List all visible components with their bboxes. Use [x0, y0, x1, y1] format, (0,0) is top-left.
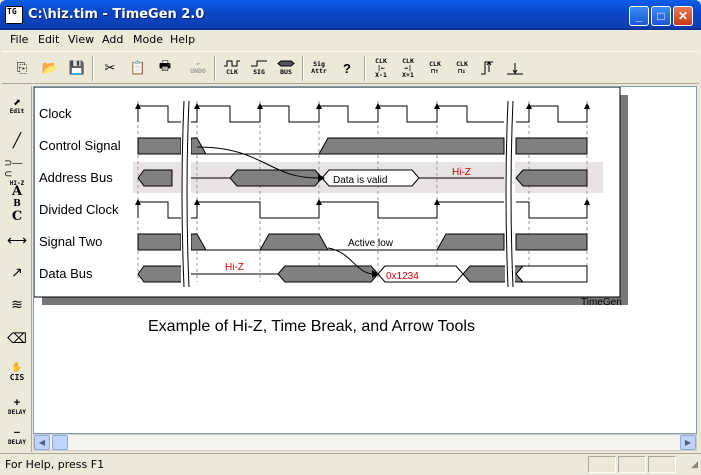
timing-diagram-canvas[interactable]: Clock Control Signal Address Bus Divided…: [33, 86, 697, 434]
cut-icon[interactable]: ✂: [98, 55, 122, 81]
clock-edge-icon: ⊓↑: [431, 67, 439, 75]
edit-arrow-icon: ⬈: [13, 97, 21, 107]
time-break-icon[interactable]: ≋: [4, 290, 30, 318]
signal-label-signal-two[interactable]: Signal Two: [39, 234, 102, 249]
title-bar: TG C:\hiz.tim - TimeGen 2.0 _ □ ✕: [0, 0, 701, 30]
signal-label-clock[interactable]: Clock: [39, 106, 72, 121]
menu-bar: File Edit View Add Mode Help: [2, 30, 699, 50]
maximize-button[interactable]: □: [651, 6, 671, 26]
plus-icon: +: [13, 396, 21, 409]
print-icon[interactable]: 🖶: [153, 55, 177, 81]
save-icon[interactable]: 💾: [65, 55, 89, 81]
menu-add[interactable]: Add: [102, 33, 123, 46]
data-valid-label[interactable]: Data is valid: [333, 175, 387, 186]
bus-label: BUS: [280, 68, 292, 76]
active-low-label[interactable]: Active low: [348, 238, 394, 249]
double-arrow-icon[interactable]: ⟷: [4, 226, 30, 254]
scroll-left-icon[interactable]: ◀: [34, 435, 50, 450]
timegen-app-icon[interactable]: TG: [5, 6, 23, 24]
open-folder-icon[interactable]: 📂: [38, 55, 62, 81]
undo-label: UNDO: [190, 67, 206, 75]
hiz-address-label[interactable]: Hi-Z: [452, 167, 471, 178]
delay-minus-tool[interactable]: − DELAY: [4, 422, 30, 450]
signal-label-data-bus[interactable]: Data Bus: [39, 266, 93, 281]
hiz-tool[interactable]: ⊃—⊂ HI-Z: [4, 157, 30, 187]
scroll-right-icon[interactable]: ▶: [680, 435, 696, 450]
bus-wave-icon: [277, 60, 295, 67]
x-plus-label: X+1: [402, 70, 414, 79]
menu-view[interactable]: View: [68, 33, 94, 46]
signal-label-control[interactable]: Control Signal: [39, 138, 121, 153]
text-tool-icon[interactable]: ABC: [4, 184, 30, 224]
status-pane-3: [648, 456, 676, 473]
menu-mode[interactable]: Mode: [133, 33, 163, 46]
left-toolbar: ⬈ Edit ╱ ⊃—⊂ HI-Z ABC ⟷ ↗ ≋ ⌫ ✋ CIS + DE…: [2, 86, 32, 452]
cis-tool-icon[interactable]: ✋ CIS: [4, 358, 30, 386]
menu-help[interactable]: Help: [170, 33, 195, 46]
eraser-icon[interactable]: ⌫: [4, 324, 30, 352]
clock-edge-alt-icon: ⊓↓: [458, 67, 466, 75]
falling-edge-icon[interactable]: [503, 55, 527, 81]
signal-attributes-button[interactable]: Sig Attr: [307, 55, 331, 81]
curved-arrow-icon[interactable]: ↗: [4, 258, 30, 286]
delay-plus-label: DELAY: [7, 408, 27, 416]
main-toolbar: ⎘ 📂 💾 ✂ 📋 🖶 ↶ UNDO CLK SIG BUS Sig Attr ? …: [2, 51, 699, 84]
pencil-icon[interactable]: ╱: [4, 126, 30, 154]
add-signal-button[interactable]: SIG: [247, 55, 271, 81]
sig-attr-label-2: Attr: [311, 67, 327, 75]
cis-label: CIS: [9, 373, 25, 382]
edit-label: Edit: [9, 108, 25, 115]
delay-plus-tool[interactable]: + DELAY: [4, 392, 30, 420]
menu-edit[interactable]: Edit: [38, 33, 59, 46]
close-button[interactable]: ✕: [673, 6, 693, 26]
clock-edge-alt-button[interactable]: CLK ⊓↓: [450, 55, 474, 81]
signal-wave-icon: [251, 60, 267, 67]
hiz-data-label[interactable]: Hi-Z: [225, 262, 244, 273]
clk-label: CLK: [226, 68, 238, 76]
resize-grip-icon[interactable]: ◢: [691, 459, 698, 470]
cis-pointer-icon: ✋: [11, 362, 23, 372]
rising-edge-icon[interactable]: [477, 55, 501, 81]
toolbar-separator: [92, 56, 94, 81]
sig-label: SIG: [253, 68, 265, 76]
signal-label-address-bus[interactable]: Address Bus: [39, 170, 113, 185]
delay-minus-label: DELAY: [7, 438, 27, 446]
time-break-1[interactable]: [181, 100, 191, 288]
status-bar: For Help, press F1 ◢: [0, 453, 701, 475]
horizontal-scrollbar[interactable]: ◀ ▶: [33, 434, 697, 451]
x-minus-label: X-1: [375, 70, 387, 79]
status-help-text: For Help, press F1: [5, 458, 105, 471]
clock-shift-left-button[interactable]: CLK |← X-1: [369, 55, 393, 81]
diagram-caption[interactable]: Example of Hi-Z, Time Break, and Arrow T…: [148, 318, 475, 335]
timegen-watermark: TimeGen: [581, 297, 622, 308]
hiz-wave-icon: ⊃—⊂: [4, 157, 23, 180]
clock-wave-icon: [224, 60, 240, 67]
copy-icon[interactable]: ⎘: [10, 55, 34, 81]
signal-label-divided-clock[interactable]: Divided Clock: [39, 202, 119, 217]
data-value-label[interactable]: 0x1234: [386, 271, 419, 282]
minimize-button[interactable]: _: [629, 6, 649, 26]
time-break-2[interactable]: [505, 100, 515, 288]
scroll-thumb[interactable]: [52, 435, 68, 450]
undo-button[interactable]: ↶ UNDO: [186, 55, 210, 81]
timing-diagram: Clock Control Signal Address Bus Divided…: [34, 87, 628, 335]
window-title: C:\hiz.tim - TimeGen 2.0: [28, 7, 205, 22]
menu-file[interactable]: File: [10, 33, 28, 46]
status-pane-1: [588, 456, 616, 473]
toolbar-separator: [302, 56, 304, 81]
clock-shift-right-button[interactable]: CLK →| X+1: [396, 55, 420, 81]
minus-icon: −: [13, 426, 21, 439]
toolbar-separator: [364, 56, 366, 81]
paste-icon[interactable]: 📋: [126, 55, 150, 81]
add-bus-button[interactable]: BUS: [274, 55, 298, 81]
clock-edge-button[interactable]: CLK ⊓↑: [423, 55, 447, 81]
status-pane-2: [618, 456, 646, 473]
toolbar-separator: [214, 56, 216, 81]
help-button[interactable]: ?: [335, 55, 359, 81]
edit-tool[interactable]: ⬈ Edit: [4, 92, 30, 120]
add-clock-button[interactable]: CLK: [220, 55, 244, 81]
